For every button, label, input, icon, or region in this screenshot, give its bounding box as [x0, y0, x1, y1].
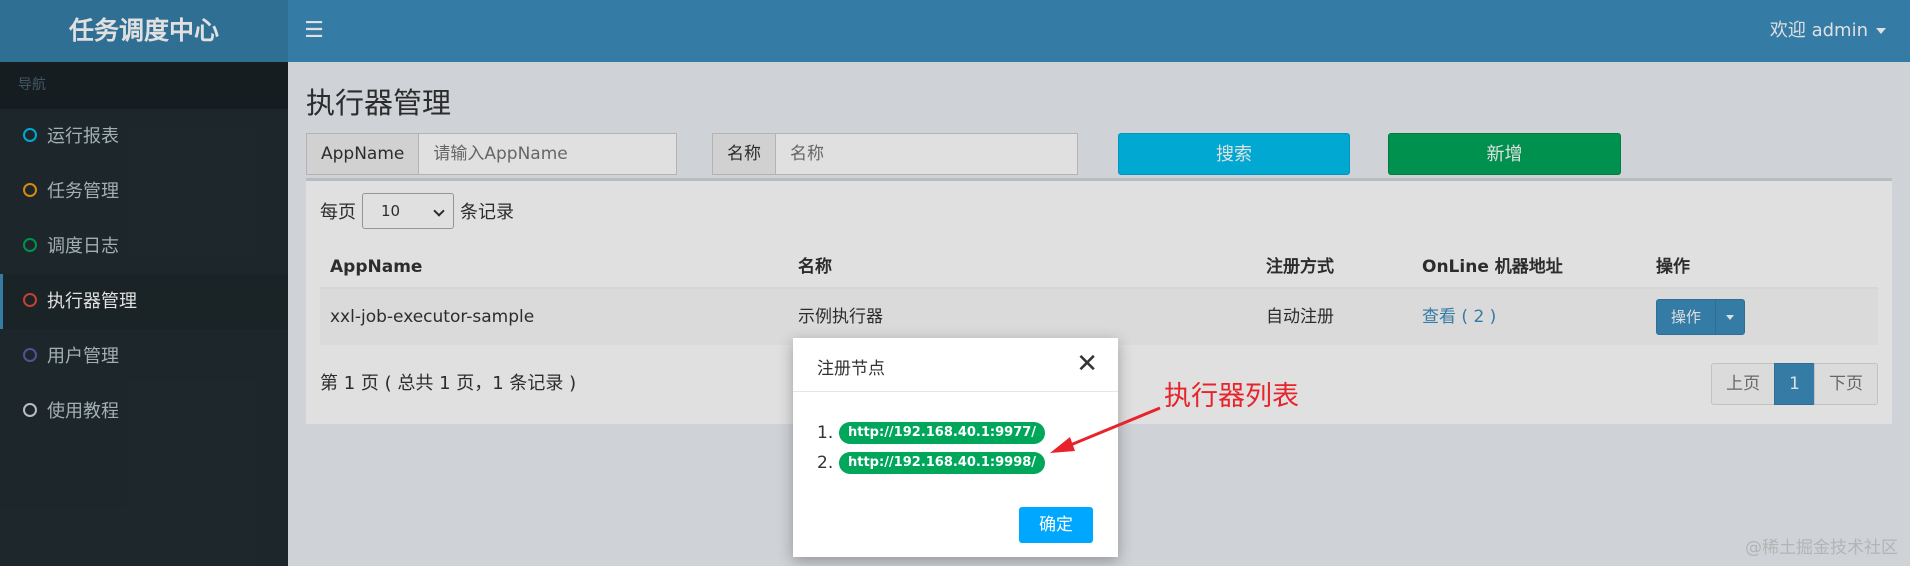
node-number: 2. [817, 453, 834, 473]
modal-title: 注册节点 [817, 359, 885, 379]
modal-body: 1. http://192.168.40.1:9977/ 2. http://1… [817, 418, 1046, 478]
node-number: 1. [817, 423, 834, 443]
annotation-arrow-icon [1050, 406, 1161, 453]
list-item: 1. http://192.168.40.1:9977/ [817, 418, 1046, 448]
list-item: 2. http://192.168.40.1:9998/ [817, 448, 1046, 478]
annotation-label: 执行器列表 [1164, 381, 1299, 412]
watermark: @稀土掘金技术社区 [1745, 538, 1898, 558]
node-url-badge: http://192.168.40.1:9977/ [839, 422, 1046, 444]
close-icon[interactable]: ✕ [1076, 351, 1098, 377]
confirm-button[interactable]: 确定 [1019, 507, 1093, 543]
node-url-badge: http://192.168.40.1:9998/ [839, 452, 1046, 474]
modal-header: 注册节点 ✕ [793, 338, 1118, 392]
